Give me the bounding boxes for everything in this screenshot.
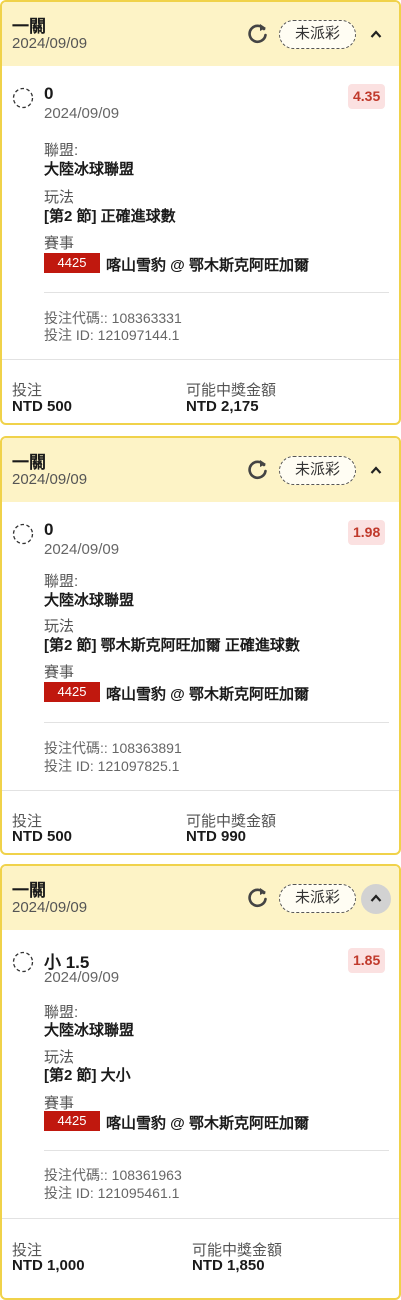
bet-type: 一關 bbox=[12, 17, 46, 36]
stake-value: NTD 500 bbox=[12, 398, 73, 415]
chevron-up-icon bbox=[370, 466, 382, 474]
status-badge: 未派彩 bbox=[279, 20, 356, 49]
event-label: 賽事 bbox=[44, 664, 75, 681]
bet-code: 投注代碼:: 108361963 bbox=[44, 1167, 182, 1183]
league-label: 聯盟: bbox=[44, 573, 79, 590]
payout-label: 可能中獎金額 bbox=[186, 382, 277, 399]
event-id-badge: 4425 bbox=[44, 1111, 100, 1131]
bet-id: 投注 ID: 121097825.1 bbox=[44, 758, 180, 774]
market-label: 玩法 bbox=[44, 189, 75, 206]
market-value: [第2 節] 鄂木斯克阿旺加爾 正確進球數 bbox=[44, 637, 300, 654]
selection-name: 0 bbox=[44, 84, 54, 103]
league-value: 大陸冰球聯盟 bbox=[44, 161, 135, 178]
divider bbox=[2, 790, 399, 791]
refresh-icon[interactable] bbox=[245, 884, 271, 910]
dashed-circle-icon bbox=[12, 951, 34, 973]
market-label: 玩法 bbox=[44, 618, 75, 635]
divider bbox=[44, 1150, 389, 1151]
collapse-button[interactable] bbox=[361, 884, 391, 914]
stake-value: NTD 500 bbox=[12, 828, 73, 845]
league-value: 大陸冰球聯盟 bbox=[44, 592, 135, 609]
collapse-button[interactable] bbox=[361, 20, 391, 50]
odds-badge: 1.85 bbox=[348, 948, 386, 973]
league-label: 聯盟: bbox=[44, 142, 79, 159]
event-name: 喀山雪豹 @ 鄂木斯克阿旺加爾 bbox=[106, 686, 309, 703]
stake-value: NTD 1,000 bbox=[12, 1257, 85, 1274]
event-name: 喀山雪豹 @ 鄂木斯克阿旺加爾 bbox=[106, 1115, 309, 1132]
refresh-icon[interactable] bbox=[245, 456, 271, 482]
odds-badge: 1.98 bbox=[348, 520, 386, 545]
payout-value: NTD 1,850 bbox=[192, 1257, 265, 1274]
divider bbox=[2, 359, 399, 360]
league-value: 大陸冰球聯盟 bbox=[44, 1022, 135, 1039]
collapse-button[interactable] bbox=[361, 456, 391, 486]
dashed-circle-icon bbox=[12, 523, 34, 545]
divider bbox=[2, 1218, 399, 1219]
stake-label: 投注 bbox=[12, 382, 43, 399]
bet-date: 2024/09/09 bbox=[12, 899, 88, 916]
selection-date: 2024/09/09 bbox=[44, 969, 120, 986]
bet-date: 2024/09/09 bbox=[12, 471, 88, 488]
selection-name: 0 bbox=[44, 520, 54, 539]
bet-type: 一關 bbox=[12, 453, 46, 472]
divider bbox=[44, 292, 389, 293]
odds-badge: 4.35 bbox=[348, 84, 386, 109]
event-label: 賽事 bbox=[44, 1095, 75, 1112]
payout-value: NTD 990 bbox=[186, 828, 247, 845]
bet-type: 一關 bbox=[12, 881, 46, 900]
bet-id: 投注 ID: 121097144.1 bbox=[44, 327, 180, 343]
bet-date: 2024/09/09 bbox=[12, 35, 88, 52]
market-value: [第2 節] 大小 bbox=[44, 1067, 131, 1084]
dashed-circle-icon bbox=[12, 87, 34, 109]
bet-slip-header: 一關 2024/09/09 未派彩 bbox=[2, 438, 399, 502]
bet-slip-header: 一關 2024/09/09 未派彩 bbox=[2, 866, 399, 930]
selection-date: 2024/09/09 bbox=[44, 541, 120, 558]
bet-slip-header: 一關 2024/09/09 未派彩 bbox=[2, 2, 399, 66]
divider bbox=[44, 722, 389, 723]
event-label: 賽事 bbox=[44, 235, 75, 252]
chevron-up-icon bbox=[370, 30, 382, 38]
status-badge: 未派彩 bbox=[279, 884, 356, 913]
event-id-badge: 4425 bbox=[44, 253, 100, 273]
status-badge: 未派彩 bbox=[279, 456, 356, 485]
bet-code: 投注代碼:: 108363891 bbox=[44, 740, 182, 756]
bet-id: 投注 ID: 121095461.1 bbox=[44, 1185, 180, 1201]
bet-slip-card: 一關 2024/09/09 未派彩 小 1.5 2024/09/09 1.85 … bbox=[0, 864, 401, 1300]
bet-slip-card: 一關 2024/09/09 未派彩 0 2024/09/09 1.98 聯盟: … bbox=[0, 436, 401, 855]
event-id-badge: 4425 bbox=[44, 682, 100, 702]
payout-value: NTD 2,175 bbox=[186, 398, 259, 415]
market-value: [第2 節] 正確進球數 bbox=[44, 208, 176, 225]
bet-slip-card: 一關 2024/09/09 未派彩 0 2024/09/09 4.35 聯盟: … bbox=[0, 0, 401, 425]
chevron-up-icon bbox=[370, 894, 382, 902]
event-name: 喀山雪豹 @ 鄂木斯克阿旺加爾 bbox=[106, 257, 309, 274]
refresh-icon[interactable] bbox=[245, 20, 271, 46]
selection-date: 2024/09/09 bbox=[44, 105, 120, 122]
